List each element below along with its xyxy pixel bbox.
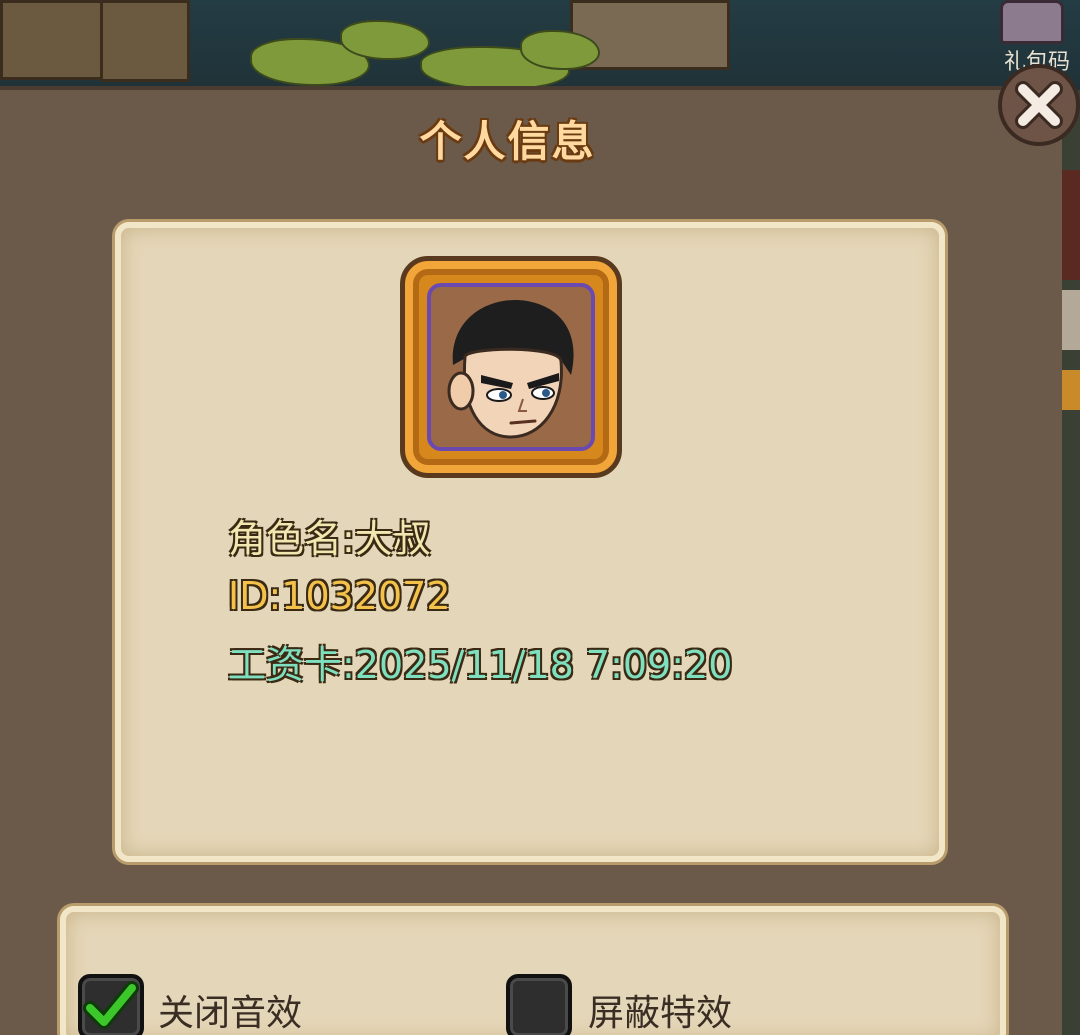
gift-chest-icon[interactable] (1000, 0, 1064, 44)
background-decor (1062, 370, 1080, 410)
background-decor (1062, 290, 1080, 350)
hide-effects-label: 屏蔽特效 (588, 993, 733, 1034)
background-rock (100, 0, 190, 82)
character-name-text: 角色名:大叔 (228, 517, 431, 561)
mute-sound-label: 关闭音效 (158, 993, 303, 1034)
background-rock (0, 0, 110, 80)
game-screen: 礼包码 个人信息 角色名:大叔 ID:1032072 工资卡:2025/11/1… (0, 0, 1080, 1035)
hide-effects-checkbox[interactable] (506, 974, 572, 1035)
avatar-portrait (427, 283, 595, 451)
background-decor (1062, 170, 1080, 280)
character-portrait-icon (447, 300, 574, 439)
dialog-title: 个人信息 (419, 117, 596, 166)
mute-sound-checkbox[interactable] (78, 974, 144, 1035)
close-button[interactable] (998, 64, 1080, 146)
checkmark-icon (83, 981, 139, 1029)
background-scene (0, 0, 1080, 90)
avatar[interactable] (400, 256, 622, 478)
player-id-text: ID:1032072 (228, 574, 451, 618)
close-x-icon (1015, 81, 1063, 129)
background-foliage (340, 20, 430, 60)
salary-card-text: 工资卡:2025/11/18 7:09:20 (228, 643, 733, 687)
